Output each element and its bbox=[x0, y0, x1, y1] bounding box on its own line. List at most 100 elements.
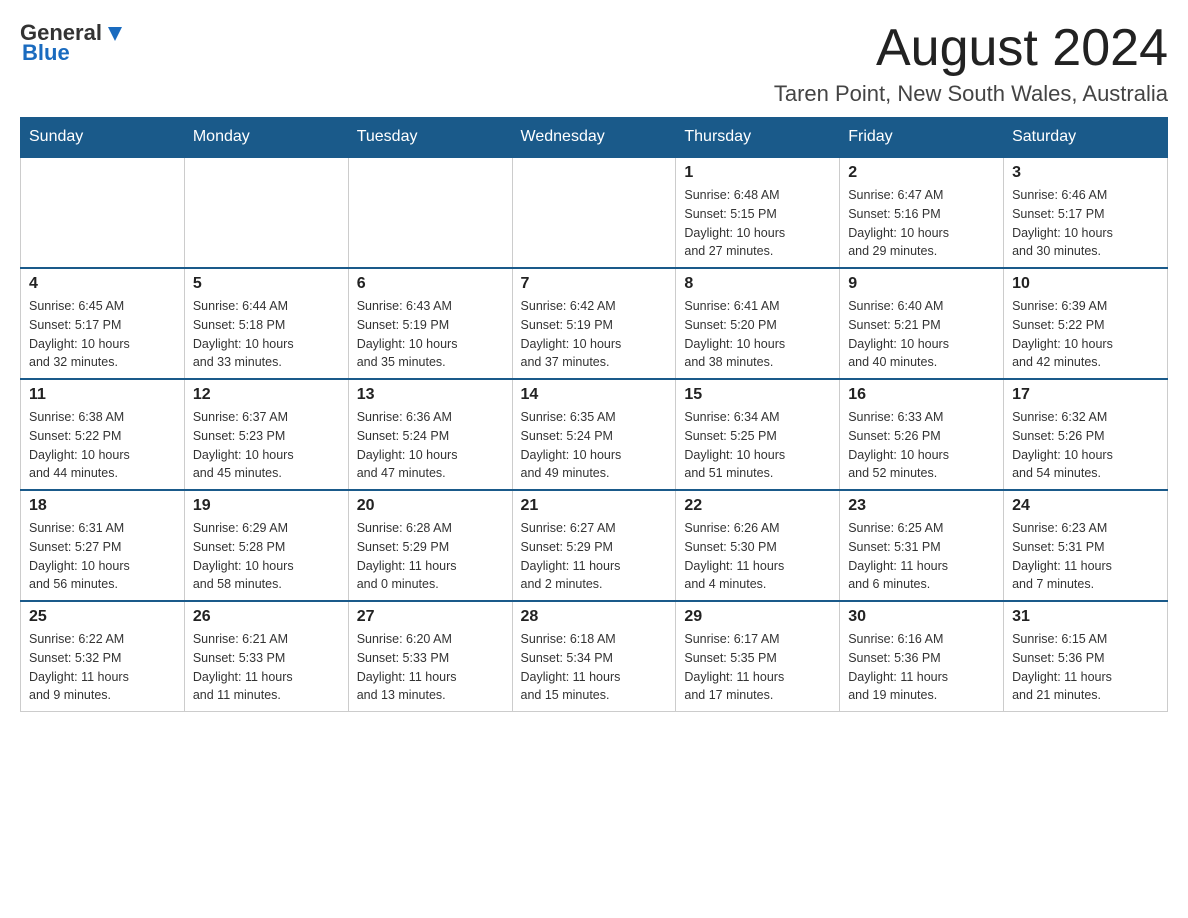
day-info: Sunrise: 6:25 AM Sunset: 5:31 PM Dayligh… bbox=[848, 519, 995, 594]
day-number: 13 bbox=[357, 386, 504, 404]
weekday-header-tuesday: Tuesday bbox=[348, 118, 512, 158]
day-number: 30 bbox=[848, 608, 995, 626]
day-info: Sunrise: 6:35 AM Sunset: 5:24 PM Dayligh… bbox=[521, 408, 668, 483]
day-number: 26 bbox=[193, 608, 340, 626]
day-number: 9 bbox=[848, 275, 995, 293]
day-info: Sunrise: 6:44 AM Sunset: 5:18 PM Dayligh… bbox=[193, 297, 340, 372]
logo-blue-text: Blue bbox=[22, 40, 70, 66]
calendar-cell: 15 Sunrise: 6:34 AM Sunset: 5:25 PM Dayli… bbox=[676, 379, 840, 490]
day-info: Sunrise: 6:40 AM Sunset: 5:21 PM Dayligh… bbox=[848, 297, 995, 372]
calendar-cell bbox=[512, 157, 676, 268]
calendar-cell: 21Sunrise: 6:27 AM Sunset: 5:29 PM Dayli… bbox=[512, 490, 676, 601]
day-number: 5 bbox=[193, 275, 340, 293]
logo-triangle-icon bbox=[104, 23, 126, 45]
month-title: August 2024 bbox=[774, 20, 1168, 77]
day-info: Sunrise: 6:18 AM Sunset: 5:34 PM Dayligh… bbox=[521, 630, 668, 705]
calendar-cell: 29 Sunrise: 6:17 AM Sunset: 5:35 PM Dayli… bbox=[676, 601, 840, 712]
calendar-cell: 10Sunrise: 6:39 AM Sunset: 5:22 PM Dayli… bbox=[1004, 268, 1168, 379]
day-number: 10 bbox=[1012, 275, 1159, 293]
calendar-cell: 16 Sunrise: 6:33 AM Sunset: 5:26 PM Dayli… bbox=[840, 379, 1004, 490]
day-number: 17 bbox=[1012, 386, 1159, 404]
day-info: Sunrise: 6:23 AM Sunset: 5:31 PM Dayligh… bbox=[1012, 519, 1159, 594]
day-info: Sunrise: 6:45 AM Sunset: 5:17 PM Dayligh… bbox=[29, 297, 176, 372]
calendar-cell: 7 Sunrise: 6:42 AM Sunset: 5:19 PM Daylig… bbox=[512, 268, 676, 379]
calendar-cell: 30 Sunrise: 6:16 AM Sunset: 5:36 PM Dayli… bbox=[840, 601, 1004, 712]
day-number: 27 bbox=[357, 608, 504, 626]
day-info: Sunrise: 6:42 AM Sunset: 5:19 PM Dayligh… bbox=[521, 297, 668, 372]
day-number: 23 bbox=[848, 497, 995, 515]
day-info: Sunrise: 6:43 AM Sunset: 5:19 PM Dayligh… bbox=[357, 297, 504, 372]
day-number: 7 bbox=[521, 275, 668, 293]
calendar-cell: 3 Sunrise: 6:46 AM Sunset: 5:17 PM Daylig… bbox=[1004, 157, 1168, 268]
calendar-cell bbox=[21, 157, 185, 268]
weekday-header-row: SundayMondayTuesdayWednesdayThursdayFrid… bbox=[21, 118, 1168, 158]
day-info: Sunrise: 6:15 AM Sunset: 5:36 PM Dayligh… bbox=[1012, 630, 1159, 705]
week-row-3: 11 Sunrise: 6:38 AM Sunset: 5:22 PM Dayli… bbox=[21, 379, 1168, 490]
calendar-cell: 6 Sunrise: 6:43 AM Sunset: 5:19 PM Daylig… bbox=[348, 268, 512, 379]
day-info: Sunrise: 6:33 AM Sunset: 5:26 PM Dayligh… bbox=[848, 408, 995, 483]
weekday-header-thursday: Thursday bbox=[676, 118, 840, 158]
weekday-header-sunday: Sunday bbox=[21, 118, 185, 158]
day-number: 22 bbox=[684, 497, 831, 515]
day-info: Sunrise: 6:20 AM Sunset: 5:33 PM Dayligh… bbox=[357, 630, 504, 705]
day-info: Sunrise: 6:17 AM Sunset: 5:35 PM Dayligh… bbox=[684, 630, 831, 705]
day-number: 31 bbox=[1012, 608, 1159, 626]
day-info: Sunrise: 6:32 AM Sunset: 5:26 PM Dayligh… bbox=[1012, 408, 1159, 483]
location-title: Taren Point, New South Wales, Australia bbox=[774, 81, 1168, 107]
calendar-cell: 1 Sunrise: 6:48 AM Sunset: 5:15 PM Daylig… bbox=[676, 157, 840, 268]
day-info: Sunrise: 6:29 AM Sunset: 5:28 PM Dayligh… bbox=[193, 519, 340, 594]
week-row-4: 18 Sunrise: 6:31 AM Sunset: 5:27 PM Dayli… bbox=[21, 490, 1168, 601]
day-info: Sunrise: 6:34 AM Sunset: 5:25 PM Dayligh… bbox=[684, 408, 831, 483]
calendar-cell: 28Sunrise: 6:18 AM Sunset: 5:34 PM Dayli… bbox=[512, 601, 676, 712]
calendar-cell: 23 Sunrise: 6:25 AM Sunset: 5:31 PM Dayli… bbox=[840, 490, 1004, 601]
day-number: 25 bbox=[29, 608, 176, 626]
calendar-cell bbox=[348, 157, 512, 268]
day-info: Sunrise: 6:46 AM Sunset: 5:17 PM Dayligh… bbox=[1012, 186, 1159, 261]
day-info: Sunrise: 6:26 AM Sunset: 5:30 PM Dayligh… bbox=[684, 519, 831, 594]
day-number: 20 bbox=[357, 497, 504, 515]
weekday-header-saturday: Saturday bbox=[1004, 118, 1168, 158]
calendar-cell: 9 Sunrise: 6:40 AM Sunset: 5:21 PM Daylig… bbox=[840, 268, 1004, 379]
day-info: Sunrise: 6:27 AM Sunset: 5:29 PM Dayligh… bbox=[521, 519, 668, 594]
day-info: Sunrise: 6:36 AM Sunset: 5:24 PM Dayligh… bbox=[357, 408, 504, 483]
week-row-5: 25 Sunrise: 6:22 AM Sunset: 5:32 PM Dayli… bbox=[21, 601, 1168, 712]
day-number: 12 bbox=[193, 386, 340, 404]
day-info: Sunrise: 6:38 AM Sunset: 5:22 PM Dayligh… bbox=[29, 408, 176, 483]
day-number: 16 bbox=[848, 386, 995, 404]
day-number: 4 bbox=[29, 275, 176, 293]
calendar-cell: 19 Sunrise: 6:29 AM Sunset: 5:28 PM Dayli… bbox=[184, 490, 348, 601]
day-number: 24 bbox=[1012, 497, 1159, 515]
day-number: 14 bbox=[521, 386, 668, 404]
day-number: 11 bbox=[29, 386, 176, 404]
page-header: General Blue August 2024 Taren Point, Ne… bbox=[20, 20, 1168, 107]
calendar-cell: 8 Sunrise: 6:41 AM Sunset: 5:20 PM Daylig… bbox=[676, 268, 840, 379]
day-info: Sunrise: 6:41 AM Sunset: 5:20 PM Dayligh… bbox=[684, 297, 831, 372]
day-number: 19 bbox=[193, 497, 340, 515]
calendar-cell: 11 Sunrise: 6:38 AM Sunset: 5:22 PM Dayli… bbox=[21, 379, 185, 490]
day-number: 18 bbox=[29, 497, 176, 515]
day-number: 15 bbox=[684, 386, 831, 404]
calendar-cell: 26Sunrise: 6:21 AM Sunset: 5:33 PM Dayli… bbox=[184, 601, 348, 712]
day-info: Sunrise: 6:31 AM Sunset: 5:27 PM Dayligh… bbox=[29, 519, 176, 594]
calendar-cell: 12Sunrise: 6:37 AM Sunset: 5:23 PM Dayli… bbox=[184, 379, 348, 490]
weekday-header-friday: Friday bbox=[840, 118, 1004, 158]
week-row-2: 4 Sunrise: 6:45 AM Sunset: 5:17 PM Daylig… bbox=[21, 268, 1168, 379]
day-number: 29 bbox=[684, 608, 831, 626]
day-number: 1 bbox=[684, 164, 831, 182]
day-info: Sunrise: 6:28 AM Sunset: 5:29 PM Dayligh… bbox=[357, 519, 504, 594]
calendar-cell bbox=[184, 157, 348, 268]
day-info: Sunrise: 6:47 AM Sunset: 5:16 PM Dayligh… bbox=[848, 186, 995, 261]
calendar-cell: 5 Sunrise: 6:44 AM Sunset: 5:18 PM Daylig… bbox=[184, 268, 348, 379]
day-info: Sunrise: 6:48 AM Sunset: 5:15 PM Dayligh… bbox=[684, 186, 831, 261]
day-number: 6 bbox=[357, 275, 504, 293]
calendar-cell: 22 Sunrise: 6:26 AM Sunset: 5:30 PM Dayli… bbox=[676, 490, 840, 601]
title-section: August 2024 Taren Point, New South Wales… bbox=[774, 20, 1168, 107]
day-info: Sunrise: 6:22 AM Sunset: 5:32 PM Dayligh… bbox=[29, 630, 176, 705]
day-info: Sunrise: 6:16 AM Sunset: 5:36 PM Dayligh… bbox=[848, 630, 995, 705]
calendar-cell: 4 Sunrise: 6:45 AM Sunset: 5:17 PM Daylig… bbox=[21, 268, 185, 379]
day-number: 3 bbox=[1012, 164, 1159, 182]
calendar-table: SundayMondayTuesdayWednesdayThursdayFrid… bbox=[20, 117, 1168, 712]
calendar-cell: 14 Sunrise: 6:35 AM Sunset: 5:24 PM Dayli… bbox=[512, 379, 676, 490]
day-number: 8 bbox=[684, 275, 831, 293]
weekday-header-wednesday: Wednesday bbox=[512, 118, 676, 158]
